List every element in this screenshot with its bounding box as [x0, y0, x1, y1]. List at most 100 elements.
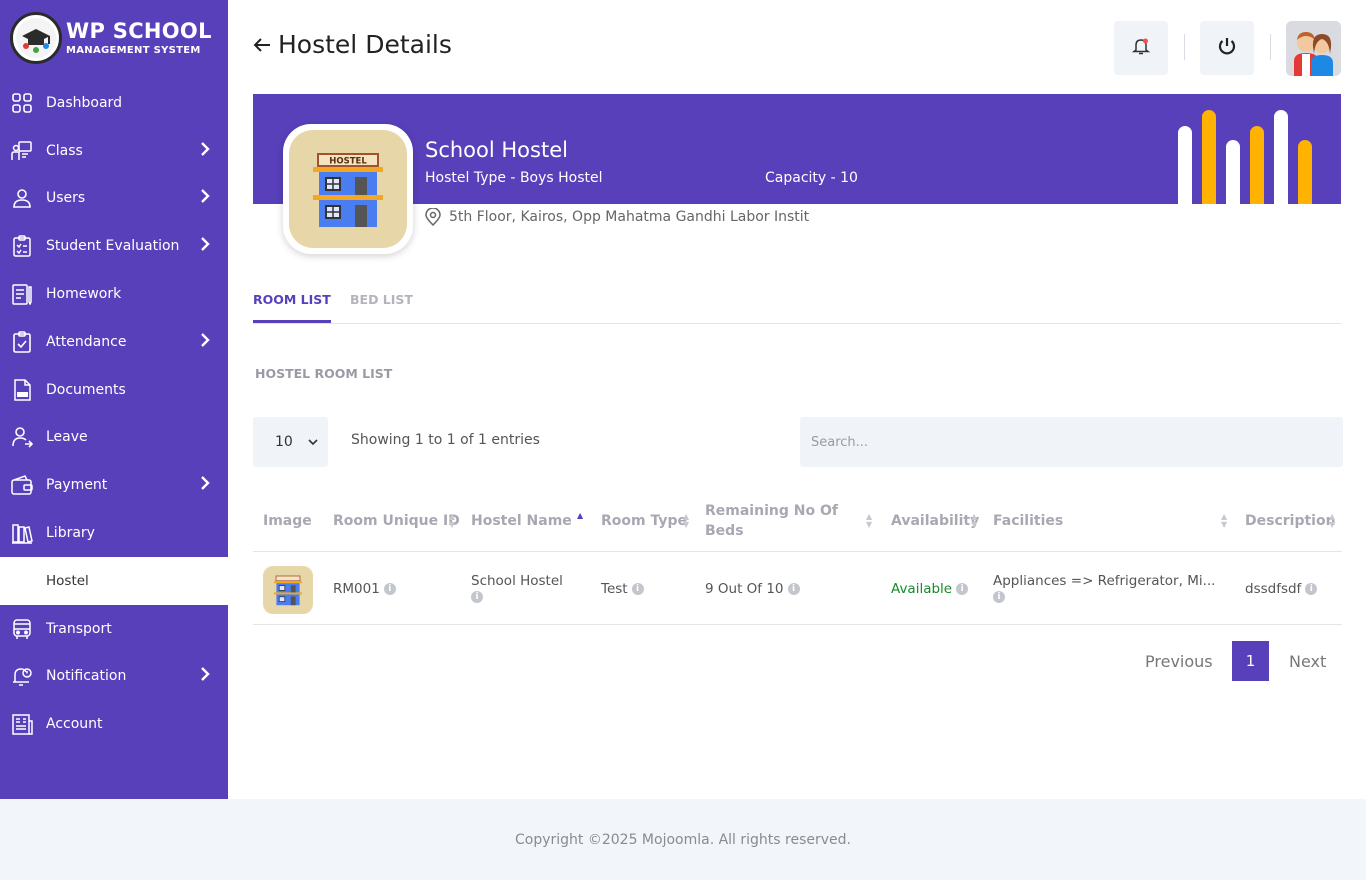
hostel-address-text: 5th Floor, Kairos, Opp Mahatma Gandhi La…	[449, 209, 810, 225]
logo-title: WP SCHOOL	[66, 18, 212, 43]
sidebar-item-label: Documents	[46, 381, 126, 398]
sidebar-item-label: Notification	[46, 668, 127, 685]
info-icon[interactable]: i	[471, 591, 483, 603]
page-length-select[interactable]: 10	[253, 417, 328, 467]
sidebar-item-library[interactable]: Library	[0, 509, 228, 557]
sidebar-item-documents[interactable]: Documents	[0, 366, 228, 414]
cell-facilities: Appliances => Refrigerator, Mi... i	[993, 573, 1216, 603]
column-header-remaining-beds[interactable]: Remaining No Of Beds	[705, 490, 855, 552]
sidebar-item-label: Transport	[46, 620, 112, 637]
tab-room-list[interactable]: ROOM LIST	[253, 292, 331, 323]
avatar[interactable]	[1286, 21, 1341, 76]
leave-icon	[10, 425, 34, 449]
copyright-text: Copyright ©2025 Mojoomla. All rights res…	[514, 831, 851, 848]
sidebar-item-transport[interactable]: Transport	[0, 605, 228, 653]
page-length-value: 10	[275, 434, 293, 450]
sidebar-item-class[interactable]: Class	[0, 127, 228, 175]
sidebar-item-label: Homework	[46, 286, 122, 303]
decorative-bar	[1274, 110, 1288, 204]
sidebar-item-label: Class	[46, 142, 83, 159]
sidebar-item-label: Payment	[46, 477, 108, 494]
hostel-address: 5th Floor, Kairos, Opp Mahatma Gandhi La…	[425, 208, 809, 226]
cell-description: dssdfsdf i	[1245, 581, 1318, 597]
chevron-right-icon	[200, 237, 210, 255]
sort-icon[interactable]: ▲ ▼	[866, 512, 872, 529]
location-pin-icon	[425, 208, 441, 226]
column-header-facilities[interactable]: Facilities	[993, 490, 1063, 552]
pagination-page-1[interactable]: 1	[1232, 641, 1269, 681]
class-icon	[10, 139, 34, 163]
sidebar-item-users[interactable]: Users	[0, 175, 228, 223]
pagination-next[interactable]: Next	[1289, 641, 1326, 681]
app-logo[interactable]: WP SCHOOL MANAGEMENT SYSTEM	[10, 12, 212, 64]
sidebar-item-student-evaluation[interactable]: Student Evaluation	[0, 222, 228, 270]
logout-button[interactable]	[1200, 21, 1254, 75]
footer: Copyright ©2025 Mojoomla. All rights res…	[0, 799, 1366, 880]
column-header-room-id[interactable]: Room Unique ID	[333, 490, 460, 552]
logo-subtitle: MANAGEMENT SYSTEM	[66, 44, 201, 56]
info-icon[interactable]: i	[993, 591, 1005, 603]
decorative-bar	[1226, 140, 1240, 204]
back-arrow-icon[interactable]	[252, 35, 272, 55]
hostel-image: HOSTEL	[283, 124, 413, 254]
sidebar-item-notification[interactable]: Notification	[0, 653, 228, 701]
tab-bed-list[interactable]: BED LIST	[350, 292, 413, 323]
entries-info: Showing 1 to 1 of 1 entries	[351, 432, 540, 448]
sidebar-nav: Dashboard Class Users Student Evaluation	[0, 79, 228, 748]
sidebar-item-hostel[interactable]: Hostel	[0, 556, 228, 605]
section-title: HOSTEL ROOM LIST	[255, 366, 393, 381]
header-divider	[1270, 34, 1271, 60]
column-header-description[interactable]: Description	[1245, 490, 1336, 552]
pagination-previous[interactable]: Previous	[1145, 641, 1213, 681]
sort-icon[interactable]: ▲ ▼	[449, 512, 455, 529]
sidebar-item-account[interactable]: Account	[0, 700, 228, 748]
chevron-right-icon	[200, 141, 210, 160]
power-icon	[1217, 36, 1237, 60]
cell-room-id: RM001 i	[333, 581, 396, 597]
sidebar-item-label: Leave	[46, 429, 88, 446]
sidebar-item-label: Dashboard	[46, 94, 122, 111]
chevron-right-icon	[200, 189, 210, 207]
homework-icon	[10, 282, 34, 306]
page-title-text: Hostel Details	[278, 30, 452, 59]
info-icon[interactable]: i	[383, 583, 396, 595]
hostel-sign-text: HOSTEL	[329, 157, 367, 167]
sidebar-item-label: Attendance	[46, 333, 127, 350]
decorative-bar	[1178, 126, 1192, 204]
column-header-availability[interactable]: Availability	[891, 490, 979, 552]
sidebar-item-attendance[interactable]: Attendance	[0, 318, 228, 366]
sort-icon[interactable]: ▲ ▼	[1221, 512, 1227, 529]
library-icon	[10, 521, 34, 545]
sidebar-item-leave[interactable]: Leave	[0, 414, 228, 462]
notification-button[interactable]	[1114, 21, 1168, 75]
sidebar-item-homework[interactable]: Homework	[0, 270, 228, 318]
sort-icon[interactable]: ▲ ▼	[683, 512, 689, 529]
info-icon[interactable]: i	[956, 583, 969, 595]
sidebar-item-payment[interactable]: Payment	[0, 461, 228, 509]
tab-bar: ROOM LIST BED LIST	[253, 283, 1341, 324]
room-table: Image Room Unique ID ▲ ▼ Hostel Name ▲ Ro…	[253, 490, 1342, 625]
chevron-down-icon	[308, 434, 318, 450]
sidebar-item-dashboard[interactable]: Dashboard	[0, 79, 228, 127]
decorative-bar	[1202, 110, 1216, 204]
hostel-name: School Hostel	[425, 138, 568, 162]
document-icon	[10, 378, 34, 402]
decorative-bars	[1178, 110, 1312, 204]
sort-icon[interactable]: ▲ ▼	[1329, 512, 1335, 529]
sort-icon[interactable]: ▲ ▼	[971, 512, 977, 529]
cell-room-type: Test i	[601, 581, 644, 597]
column-header-hostel-name[interactable]: Hostel Name	[471, 490, 572, 552]
info-icon[interactable]: i	[1305, 583, 1318, 595]
search-input[interactable]	[800, 417, 1343, 467]
info-icon[interactable]: i	[631, 583, 644, 595]
wallet-icon	[10, 473, 34, 497]
sidebar-item-label: Account	[46, 716, 103, 733]
attendance-icon	[10, 330, 34, 354]
column-header-room-type[interactable]: Room Type	[601, 490, 687, 552]
hostel-capacity: Capacity - 10	[765, 170, 858, 186]
sort-asc-icon[interactable]: ▲	[577, 512, 583, 520]
sidebar: WP SCHOOL MANAGEMENT SYSTEM Dashboard Cl…	[0, 0, 228, 799]
info-icon[interactable]: i	[787, 583, 800, 595]
decorative-bar	[1250, 126, 1264, 204]
chevron-right-icon	[200, 333, 210, 351]
